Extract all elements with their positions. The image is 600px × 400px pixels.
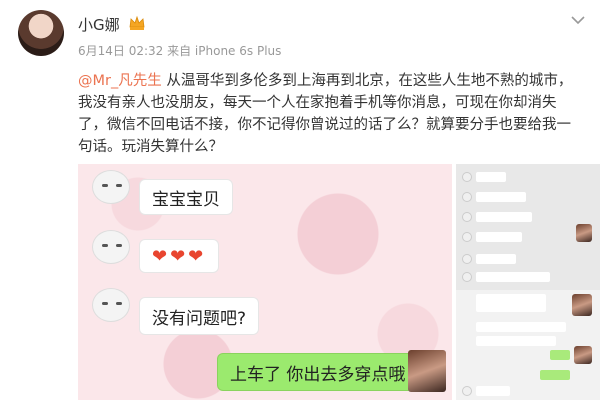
mini-bubble xyxy=(476,192,526,202)
post-image[interactable]: 宝宝宝贝 ❤❤❤ 没有问题吧? 上车了 你出去多穿点哦 xyxy=(78,164,600,400)
chat-bubble-hearts: ❤❤❤ xyxy=(140,240,219,272)
mini-sticker-icon xyxy=(462,212,472,222)
mini-sticker-icon xyxy=(462,192,472,202)
mini-sticker-icon xyxy=(462,272,472,282)
mini-bubble xyxy=(476,232,522,242)
mini-avatar xyxy=(576,224,592,242)
chat-bubble: 宝宝宝贝 xyxy=(140,180,232,214)
chat-bubble: 没有问题吧? xyxy=(140,298,259,334)
mini-sticker-icon xyxy=(462,232,472,242)
mention-link[interactable]: @Mr_凡先生 xyxy=(78,73,162,89)
mini-bubble xyxy=(476,254,516,264)
vip-crown-icon xyxy=(129,15,145,30)
mini-bubble-sent xyxy=(550,350,570,360)
sticker-icon xyxy=(92,288,130,322)
mini-bubble xyxy=(476,294,546,312)
mini-bubble xyxy=(476,336,556,346)
post-header: 小G娜 6月14日 02:32 来自 iPhone 6s Plus xyxy=(0,0,600,66)
chat-screenshot-side-bottom xyxy=(456,290,600,400)
mini-bubble xyxy=(476,172,506,182)
mini-bubble xyxy=(476,386,510,396)
mini-sticker-icon xyxy=(462,386,472,396)
mini-sticker-icon xyxy=(462,254,472,264)
mini-sticker-icon xyxy=(462,172,472,182)
sticker-icon xyxy=(92,230,130,264)
post-meta: 6月14日 02:32 来自 iPhone 6s Plus xyxy=(78,44,282,58)
sticker-icon xyxy=(92,170,130,204)
mini-avatar xyxy=(572,294,592,316)
mini-bubble xyxy=(476,212,532,222)
mini-bubble xyxy=(476,322,566,332)
mini-avatar xyxy=(574,346,592,364)
chat-screenshot-main: 宝宝宝贝 ❤❤❤ 没有问题吧? 上车了 你出去多穿点哦 xyxy=(78,164,452,400)
chevron-down-icon[interactable] xyxy=(570,14,586,26)
chat-bubble-sent: 上车了 你出去多穿点哦 xyxy=(218,354,418,390)
username[interactable]: 小G娜 xyxy=(78,14,120,35)
mini-bubble-sent xyxy=(540,370,570,380)
sender-avatar xyxy=(408,350,446,392)
post-body: @Mr_凡先生 从温哥华到多伦多到上海再到北京，在这些人生地不熟的城市，我没有亲… xyxy=(78,70,584,158)
mini-bubble xyxy=(476,272,550,282)
user-avatar[interactable] xyxy=(18,10,64,56)
